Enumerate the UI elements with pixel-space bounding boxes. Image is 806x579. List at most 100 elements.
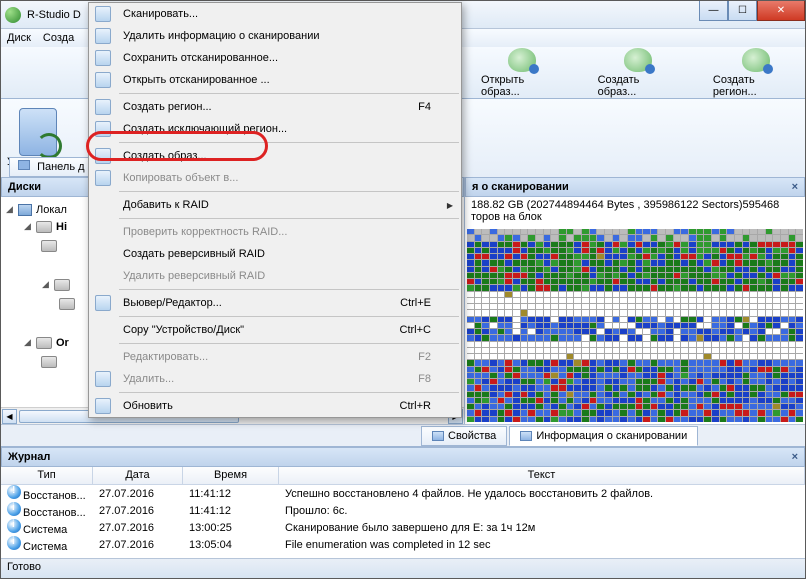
tab-scan-info[interactable]: Информация о сканировании (509, 426, 698, 446)
statusbar: Готово (1, 558, 805, 578)
ctx-save-scan[interactable]: Сохранить отсканированное... (89, 47, 461, 69)
ctx-open-scan[interactable]: Открыть отсканированное ... (89, 69, 461, 91)
journal-title: Журнал (8, 451, 50, 463)
blank-icon (95, 197, 111, 213)
create-image-icon (624, 48, 652, 72)
scan-info-text: 188.82 GB (202744894464 Bytes , 39598612… (465, 197, 805, 227)
col-text[interactable]: Текст (279, 467, 805, 484)
tree-label: Hi (56, 221, 67, 233)
ctx-create-excl-region[interactable]: Создать исключающий регион... (89, 118, 461, 140)
journal-row[interactable]: Система27.07.201613:05:04File enumeratio… (1, 536, 805, 553)
app-icon (5, 7, 21, 23)
info-icon (7, 536, 21, 550)
info-icon (7, 502, 21, 516)
toolbar-open-image[interactable]: Открыть образ... (481, 48, 564, 98)
scroll-left-button[interactable]: ◀ (2, 409, 17, 424)
save-scan-icon (95, 50, 111, 66)
col-date[interactable]: Дата (93, 467, 183, 484)
journal-row[interactable]: Восстанов...27.07.201611:41:12Успешно во… (1, 485, 805, 502)
ctx-check-raid[interactable]: Проверить корректность RAID... (89, 221, 461, 243)
region-icon (95, 99, 111, 115)
scan-info-line1: 188.82 GB (202744894464 Bytes , 39598612… (471, 199, 799, 211)
ctx-copy[interactable]: Copy "Устройство/Диск"Ctrl+C (89, 319, 461, 341)
image-icon (95, 148, 111, 164)
warning-icon (7, 485, 21, 499)
open-image-icon (508, 48, 536, 72)
scan-info-title: я о сканировании (472, 181, 569, 193)
drive-icon (41, 240, 57, 252)
ctx-delete[interactable]: Удалить...F8 (89, 368, 461, 390)
computer-icon (18, 204, 32, 216)
right-column: я о сканировании × 188.82 GB (2027448944… (465, 177, 805, 424)
scan-info-caption: я о сканировании × (465, 177, 805, 197)
context-menu: Сканировать... Удалить информацию о скан… (88, 2, 462, 418)
create-region-icon (742, 48, 770, 72)
drive-icon (36, 337, 52, 349)
deleted-icon (19, 108, 57, 156)
panel-tab-label: Панель д (37, 161, 84, 173)
ctx-del-scan-info[interactable]: Удалить информацию о сканировании (89, 25, 461, 47)
toolbar-create-region-label: Создать регион... (713, 74, 799, 98)
collapse-icon[interactable]: ◢ (41, 279, 50, 290)
drive-icon (59, 298, 75, 310)
journal-table: Тип Дата Время Текст Восстанов...27.07.2… (1, 467, 805, 558)
scan-info-icon (520, 431, 532, 441)
refresh-icon (95, 398, 111, 414)
toolbar-open-image-label: Открыть образ... (481, 74, 564, 98)
scan-icon (95, 6, 111, 22)
maximize-button[interactable]: ☐ (728, 1, 757, 21)
collapse-icon[interactable]: ◢ (23, 337, 32, 348)
journal-close-icon[interactable]: × (792, 451, 798, 463)
minimize-button[interactable]: — (699, 1, 728, 21)
viewer-icon (95, 295, 111, 311)
bottom-tabs: Свойства Информация о сканировании (1, 424, 805, 446)
ctx-copy-object[interactable]: Копировать объект в... (89, 167, 461, 189)
panel-tab[interactable]: Панель д (9, 157, 94, 177)
ctx-create-region[interactable]: Создать регион...F4 (89, 96, 461, 118)
toolbar-create-image-label: Создать образ... (598, 74, 679, 98)
journal-caption: Журнал × (1, 447, 805, 467)
info-icon (7, 519, 21, 533)
ctx-create-rev-raid[interactable]: Создать реверсивный RAID (89, 243, 461, 265)
scan-info-line2: торов на блок (471, 211, 799, 223)
toolbar-create-region[interactable]: Создать регион... (713, 48, 799, 98)
properties-icon (432, 431, 444, 441)
tab-scan-info-label: Информация о сканировании (536, 430, 687, 442)
drive-icon (41, 356, 57, 368)
excl-region-icon (95, 121, 111, 137)
toolbar-create-image[interactable]: Создать образ... (598, 48, 679, 98)
col-type[interactable]: Тип (1, 467, 93, 484)
collapse-icon[interactable]: ◢ (5, 204, 14, 215)
ctx-viewer[interactable]: Вьювер/Редактор...Ctrl+E (89, 292, 461, 314)
tab-properties-label: Свойства (448, 430, 496, 442)
menu-disk[interactable]: Диск (7, 32, 31, 44)
scan-info-close-icon[interactable]: × (792, 181, 798, 193)
tree-label: Or (56, 337, 69, 349)
ctx-scan[interactable]: Сканировать... (89, 3, 461, 25)
tree-label: Локал (36, 204, 67, 216)
menu-create[interactable]: Созда (43, 32, 74, 44)
open-scan-icon (95, 72, 111, 88)
drive-icon (54, 279, 70, 291)
disks-panel-title: Диски (8, 181, 41, 193)
window-title: R-Studio D (27, 9, 81, 21)
drive-icon (36, 221, 52, 233)
journal-row[interactable]: Система27.07.201613:00:25Сканирование бы… (1, 519, 805, 536)
ctx-refresh[interactable]: ОбновитьCtrl+R (89, 395, 461, 417)
wrench-icon (18, 160, 30, 170)
journal-row[interactable]: Восстанов...27.07.201611:41:12Прошло: 6с… (1, 502, 805, 519)
copy-object-icon (95, 170, 111, 186)
ctx-add-raid[interactable]: Добавить к RAID▶ (89, 194, 461, 216)
journal-header: Тип Дата Время Текст (1, 467, 805, 485)
close-button[interactable]: ✕ (757, 1, 805, 21)
delete-scan-icon (95, 28, 111, 44)
ctx-create-image[interactable]: Создать образ... (89, 145, 461, 167)
ctx-del-rev-raid[interactable]: Удалить реверсивный RAID (89, 265, 461, 287)
status-text: Готово (7, 561, 41, 573)
col-time[interactable]: Время (183, 467, 279, 484)
tab-properties[interactable]: Свойства (421, 426, 507, 446)
scan-grid (467, 229, 803, 422)
collapse-icon[interactable]: ◢ (23, 221, 32, 232)
delete-icon (95, 371, 111, 387)
ctx-edit[interactable]: Редактировать...F2 (89, 346, 461, 368)
